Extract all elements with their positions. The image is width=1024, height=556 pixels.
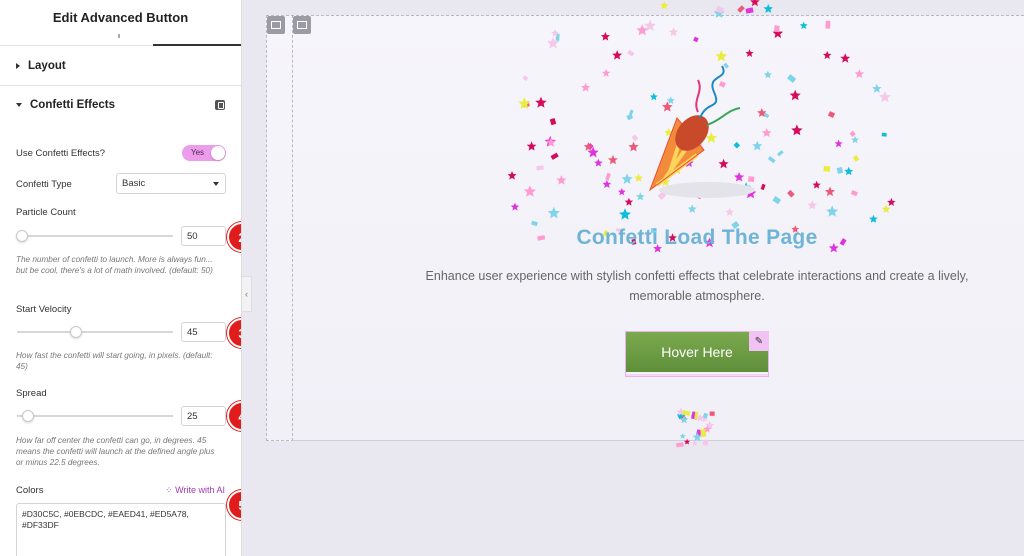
step-badge-3: 3	[227, 318, 241, 348]
section-handle-icon[interactable]	[267, 16, 285, 34]
use-confetti-label: Use Confetti Effects?	[16, 148, 106, 159]
particle-count-slider[interactable]	[17, 235, 173, 237]
start-velocity-slider[interactable]	[17, 331, 173, 333]
panel-collapse-handle[interactable]: ‹	[242, 276, 252, 312]
section-confetti-effects[interactable]: Confetti Effects	[0, 86, 241, 124]
confetti-type-label: Confetti Type	[16, 179, 72, 190]
chevron-down-icon	[213, 182, 219, 186]
start-velocity-help: How fast the confetti will start going, …	[16, 351, 213, 371]
spread-handle[interactable]	[21, 410, 34, 422]
hero-heading: Confetti Load The Page	[576, 226, 818, 249]
section-layout-label: Layout	[28, 59, 66, 72]
chevron-left-icon: ‹	[245, 289, 248, 299]
confetti-type-value: Basic	[122, 178, 146, 189]
particle-count-label: Particle Count	[16, 207, 76, 218]
step-badge-5: 5	[227, 490, 241, 520]
confetti-type-select[interactable]: Basic	[116, 173, 226, 194]
spread-slider[interactable]	[17, 415, 173, 417]
spread-help: How far off center the confetti can go, …	[16, 436, 215, 467]
particle-count-input[interactable]: 50	[181, 226, 226, 246]
write-with-ai-label: Write with AI	[175, 485, 225, 495]
column-handle-icon[interactable]	[293, 16, 311, 34]
toggle-knob	[211, 146, 225, 160]
step-badge-4: 4	[227, 401, 241, 431]
caret-down-icon	[16, 103, 22, 107]
confetti-piece	[737, 5, 745, 13]
button-widget[interactable]: Hover Here ✎	[625, 331, 769, 377]
start-velocity-input[interactable]: 45	[181, 322, 226, 342]
colors-label: Colors	[16, 485, 44, 496]
section-layout[interactable]: Layout	[0, 46, 241, 86]
confetti-star	[691, 440, 698, 446]
preview-canvas: Confetti Load The Page Enhance user expe…	[252, 0, 1024, 556]
colors-textarea[interactable]: #D30C5C, #0EBCDC, #EAED41, #ED5A78, #DF3…	[16, 503, 226, 556]
confetti-piece	[676, 442, 684, 448]
step-badge-2: 2	[227, 222, 241, 252]
editor-panel: Edit Advanced Button Layout Confetti Eff…	[0, 0, 242, 556]
pencil-icon[interactable]: ✎	[749, 331, 769, 351]
tab-divider	[118, 34, 120, 38]
confetti-star	[660, 1, 669, 10]
start-velocity-handle[interactable]	[70, 326, 83, 338]
particle-count-help: The number of confetti to launch. More i…	[16, 255, 213, 275]
particle-count-handle[interactable]	[15, 230, 28, 242]
button-underline	[626, 374, 768, 376]
sparkle-icon: ⁘	[165, 485, 176, 495]
start-velocity-label: Start Velocity	[16, 304, 72, 315]
write-with-ai-link[interactable]: ⁘ Write with AI	[165, 485, 225, 496]
caret-right-icon	[16, 62, 20, 69]
responsive-icon[interactable]	[215, 100, 225, 110]
confetti-piece	[745, 7, 754, 14]
confetti-star	[750, 0, 760, 7]
section-confetti-label: Confetti Effects	[30, 99, 115, 111]
toggle-state-text: Yes	[191, 148, 205, 157]
spread-input[interactable]: 25	[181, 406, 226, 426]
confetti-piece	[715, 5, 725, 14]
hero-description: Enhance user experience with stylish con…	[425, 269, 969, 303]
spread-label: Spread	[16, 388, 47, 399]
panel-tabs[interactable]	[0, 34, 241, 46]
panel-title: Edit Advanced Button	[52, 10, 189, 25]
confetti-star	[763, 4, 773, 13]
use-confetti-toggle[interactable]: Yes	[182, 145, 226, 161]
hover-here-label: Hover Here	[661, 344, 733, 360]
edit-glyph: ✎	[754, 335, 764, 347]
hover-here-button[interactable]: Hover Here	[626, 332, 768, 372]
